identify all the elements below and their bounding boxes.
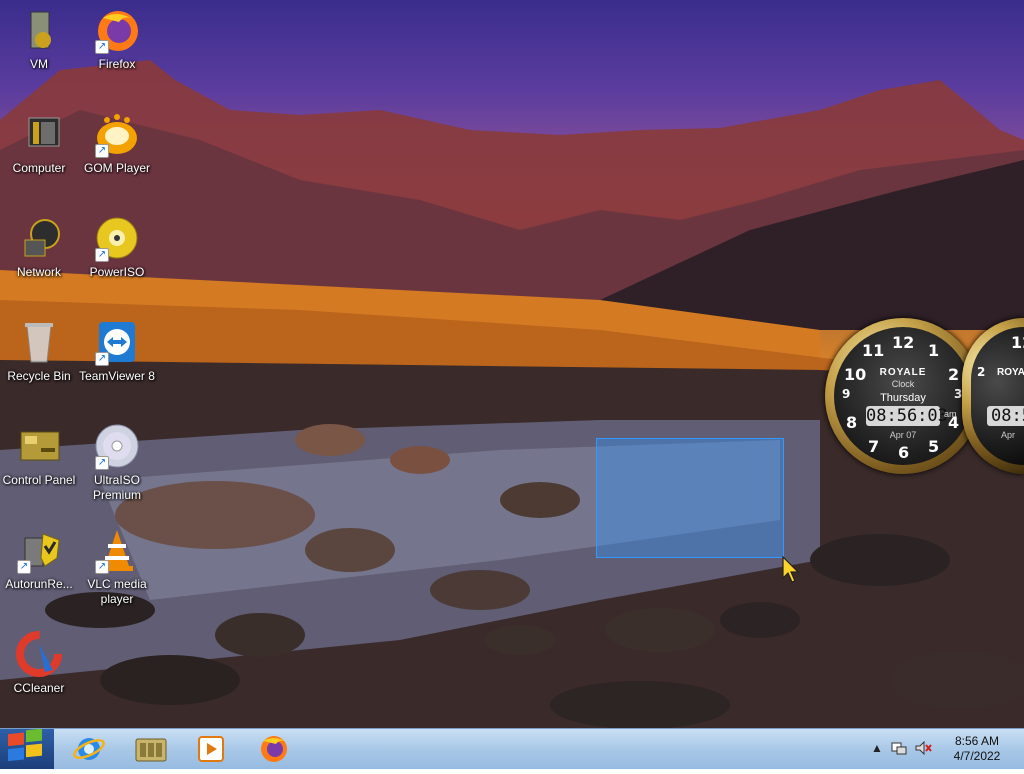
desktop-icon-label: UltraISO Premium — [92, 473, 141, 502]
desktop-icon-label: GOM Player — [83, 161, 150, 175]
ccleaner-icon — [15, 630, 63, 678]
media-player-icon — [198, 736, 224, 762]
volume-muted-icon[interactable] — [914, 740, 932, 758]
clock-day: Thursday — [880, 392, 926, 404]
desktop-icon-firefox[interactable]: ↗ Firefox — [78, 6, 156, 72]
desktop-icon-ultraiso[interactable]: ↗ UltraISO Premium — [78, 422, 156, 503]
start-orb-icon — [8, 728, 42, 762]
desktop-selection-rectangle — [596, 438, 784, 558]
clock-number: 12 — [892, 333, 915, 352]
shortcut-arrow-icon: ↗ — [95, 40, 109, 54]
taskbar-date: 4/7/2022 — [953, 749, 1001, 763]
start-button[interactable] — [0, 728, 54, 769]
desktop-icon-gom-player[interactable]: ↗ GOM Player — [78, 110, 156, 176]
clock-number: 2 — [977, 365, 986, 379]
vm-icon — [15, 6, 63, 54]
shortcut-arrow-icon: ↗ — [17, 560, 31, 574]
clock-gadget[interactable]: 12 1 2 3 4 5 6 7 8 9 10 11 ROYALE Clock … — [825, 318, 981, 474]
firefox-icon: ↗ — [93, 6, 141, 54]
desktop-icon-vlc[interactable]: ↗ VLC media player — [78, 526, 156, 607]
desktop-icon-label: TeamViewer 8 — [79, 369, 155, 383]
desktop-icon-network[interactable]: Network — [0, 214, 78, 280]
clock-digital-time: 08:56:03 — [866, 406, 948, 426]
poweriso-icon: ↗ — [93, 214, 141, 262]
clock-number: 1 — [928, 341, 940, 360]
teamviewer-icon: ↗ — [93, 318, 141, 366]
desktop-icon-label: VM — [30, 57, 48, 71]
taskbar-clock[interactable]: 8:56 AM 4/7/2022 — [936, 734, 1018, 764]
shortcut-arrow-icon: ↗ — [95, 456, 109, 470]
mouse-cursor-icon — [782, 555, 806, 591]
clock-number: 6 — [898, 443, 910, 462]
control-panel-icon — [15, 422, 63, 470]
desktop-icon-control-panel[interactable]: Control Panel — [0, 422, 78, 488]
taskbar-internet-explorer[interactable] — [70, 733, 108, 765]
desktop-icon-label: Firefox — [98, 57, 136, 71]
internet-explorer-icon — [73, 738, 105, 760]
clock-face: 12 2 ROYAL 08:5 Apr — [971, 327, 1024, 465]
clock-subtitle: Clock — [891, 379, 915, 389]
desktop-icon-vm[interactable]: VM — [0, 6, 78, 72]
desktop-icon-recycle-bin[interactable]: Recycle Bin — [0, 318, 78, 384]
shortcut-arrow-icon: ↗ — [95, 560, 109, 574]
shortcut-arrow-icon: ↗ — [95, 144, 109, 158]
taskbar-time: 8:56 AM — [954, 734, 1000, 748]
desktop-icon-label: Control Panel — [2, 473, 76, 487]
clock-ampm: am — [944, 409, 957, 419]
desktop-icon-ccleaner[interactable]: CCleaner — [0, 630, 78, 696]
desktop-icon-poweriso[interactable]: ↗ PowerISO — [78, 214, 156, 280]
clock-date: Apr — [1001, 430, 1016, 440]
vlc-icon: ↗ — [93, 526, 141, 574]
computer-icon — [15, 110, 63, 158]
clock-brand: ROYALE — [879, 367, 927, 378]
taskbar-media-player[interactable] — [192, 733, 230, 765]
autorun-remover-icon: ↗ — [15, 526, 63, 574]
clock-brand: ROYAL — [997, 367, 1024, 378]
clock-digital-time: 08:5 — [987, 406, 1024, 426]
taskbar-file-explorer[interactable] — [132, 733, 170, 765]
desktop-icon-label: PowerISO — [89, 265, 145, 279]
clock-face: 12 1 2 3 4 5 6 7 8 9 10 11 ROYALE Clock … — [834, 327, 972, 465]
gom-player-icon: ↗ — [93, 110, 141, 158]
shortcut-arrow-icon: ↗ — [95, 248, 109, 262]
recycle-bin-icon — [15, 318, 63, 366]
desktop-icon-label: CCleaner — [13, 681, 65, 695]
clock-number: 12 — [1011, 333, 1024, 352]
desktop-icon-autorunre[interactable]: ↗ AutorunRe... — [0, 526, 78, 592]
desktop-icon-computer[interactable]: Computer — [0, 110, 78, 176]
desktop-icon-label: VLC media player — [87, 577, 147, 606]
show-hidden-icons-chevron-icon[interactable]: ▲ — [871, 741, 883, 755]
shortcut-arrow-icon: ↗ — [95, 352, 109, 366]
ultraiso-icon: ↗ — [93, 422, 141, 470]
file-explorer-icon — [135, 738, 167, 762]
network-icon — [15, 214, 63, 262]
desktop-icon-label: Computer — [12, 161, 66, 175]
firefox-icon — [261, 736, 287, 762]
desktop-icon-label: Network — [16, 265, 61, 279]
taskbar: ▲ 8:56 AM 4/7/2022 — [0, 728, 1024, 769]
clock-number: 11 — [862, 341, 885, 360]
network-tray-icon[interactable] — [891, 741, 907, 758]
desktop-icon-teamviewer[interactable]: ↗ TeamViewer 8 — [78, 318, 156, 384]
desktop-icon-label: Recycle Bin — [7, 369, 71, 383]
clock-date: Apr 07 — [889, 430, 917, 440]
taskbar-firefox[interactable] — [255, 733, 293, 765]
desktop-icon-label: AutorunRe... — [5, 577, 73, 591]
